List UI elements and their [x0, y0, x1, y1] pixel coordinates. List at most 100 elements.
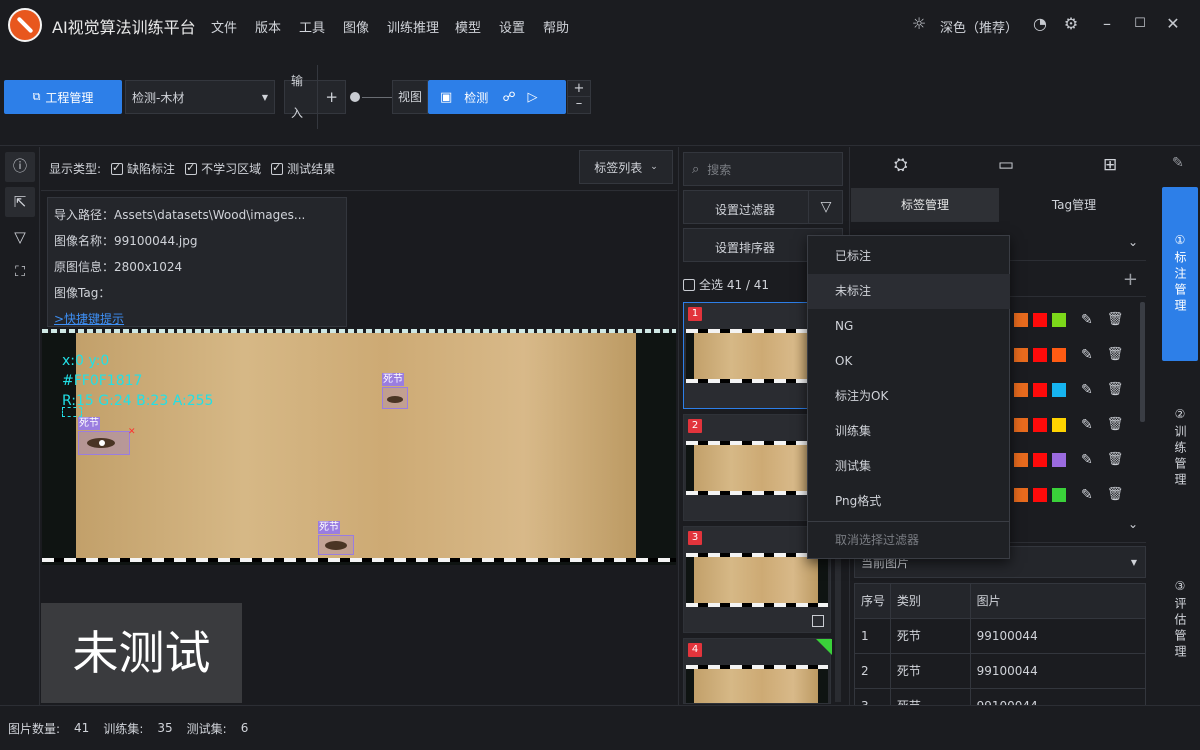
label-row[interactable]: ✎ 🗑: [1014, 372, 1123, 407]
color-swatch[interactable]: [1014, 417, 1028, 432]
color-swatch[interactable]: [1052, 452, 1066, 467]
delete-box-icon[interactable]: ✕: [128, 427, 136, 437]
edit-icon[interactable]: ✎: [1081, 382, 1093, 398]
filter-option-marked-ok[interactable]: 标注为OK: [808, 379, 1010, 414]
filter-option-test-set[interactable]: 测试集: [808, 449, 1010, 484]
sun-icon[interactable]: ☼: [909, 14, 929, 34]
chevron-down-icon[interactable]: ⌄: [1128, 235, 1138, 249]
color-swatch[interactable]: [1052, 382, 1066, 397]
color-swatch[interactable]: [1052, 417, 1066, 432]
defect-box-selected[interactable]: [78, 431, 130, 455]
filter-option-ng[interactable]: NG: [808, 309, 1010, 344]
tab-evaluation-management[interactable]: ③评估管理: [1172, 579, 1189, 661]
menu-tools[interactable]: 工具: [299, 17, 325, 36]
filter-option-ok[interactable]: OK: [808, 344, 1010, 379]
menu-file[interactable]: 文件: [211, 17, 237, 36]
filter-option-annotated[interactable]: 已标注: [808, 239, 1010, 274]
table-row[interactable]: 1 死节 99100044: [855, 619, 1146, 654]
color-swatch[interactable]: [1014, 452, 1028, 467]
edit-icon[interactable]: ✎: [1081, 487, 1093, 503]
chevron-down-icon[interactable]: ⌄: [1128, 517, 1138, 531]
close-icon[interactable]: ✕: [1163, 14, 1183, 34]
color-swatch[interactable]: [1052, 487, 1066, 502]
canvas-area[interactable]: 导入路径：Assets\datasets\Wood\images... 图像名称…: [41, 192, 677, 704]
color-swatch[interactable]: [1033, 417, 1047, 432]
filter-option-train-set[interactable]: 训练集: [808, 414, 1010, 449]
filter-icon[interactable]: ▽: [808, 191, 843, 223]
color-swatch[interactable]: [1033, 487, 1047, 502]
no-learn-area-checkbox[interactable]: 不学习区域: [185, 160, 261, 177]
zoom-out-icon[interactable]: –: [568, 97, 590, 113]
menu-version[interactable]: 版本: [255, 17, 281, 36]
info-icon[interactable]: ⓘ: [5, 152, 35, 182]
select-all-checkbox[interactable]: 全选 41 / 41: [683, 276, 769, 293]
tab-label-management[interactable]: 标签管理: [851, 188, 999, 222]
clear-filter-option[interactable]: 取消选择过滤器: [808, 523, 1010, 558]
edit-icon[interactable]: ✎: [1081, 417, 1093, 433]
tag-list-button[interactable]: 标签列表 ⌄: [579, 150, 673, 184]
test-result-checkbox[interactable]: 测试结果: [271, 160, 335, 177]
menu-help[interactable]: 帮助: [543, 17, 569, 36]
palette-icon[interactable]: ◔: [1030, 14, 1050, 34]
minimize-icon[interactable]: –: [1097, 14, 1117, 34]
zoom-in-icon[interactable]: +: [568, 81, 590, 97]
color-swatch[interactable]: [1014, 382, 1028, 397]
color-swatch[interactable]: [1033, 312, 1047, 327]
delete-icon[interactable]: 🗑: [1107, 312, 1124, 327]
defect-box[interactable]: [382, 387, 408, 409]
menu-image[interactable]: 图像: [343, 17, 369, 36]
defect-annotation-checkbox[interactable]: 缺陷标注: [111, 160, 175, 177]
label-list-scrollbar[interactable]: [1140, 302, 1145, 422]
play-icon[interactable]: ▷: [527, 90, 537, 105]
delete-icon[interactable]: 🗑: [1107, 347, 1124, 362]
tab-tag-management[interactable]: Tag管理: [1000, 188, 1148, 222]
color-swatch[interactable]: [1052, 312, 1066, 327]
color-swatch[interactable]: [1033, 452, 1047, 467]
label-row[interactable]: ✎ 🗑: [1014, 477, 1123, 512]
gear-icon[interactable]: ⚙: [1061, 14, 1081, 34]
color-swatch[interactable]: [1033, 382, 1047, 397]
tab-annotation-management[interactable]: ①标注管理: [1162, 187, 1198, 361]
tab-training-management[interactable]: ②训练管理: [1172, 407, 1189, 489]
image-settings-icon[interactable]: ⛭: [894, 155, 908, 175]
picture-icon[interactable]: ⊞: [1103, 155, 1117, 175]
edit-icon[interactable]: ✎: [1081, 312, 1093, 328]
folder-icon[interactable]: ▭: [998, 155, 1014, 175]
pin-icon[interactable]: ✎: [1172, 155, 1184, 171]
edit-icon[interactable]: ✎: [1081, 452, 1093, 468]
label-row[interactable]: ✎ 🗑: [1014, 442, 1123, 477]
delete-icon[interactable]: 🗑: [1107, 487, 1124, 502]
crop-icon[interactable]: ⛶: [5, 257, 35, 287]
filter-option-png[interactable]: Png格式: [808, 484, 1010, 519]
label-row[interactable]: ✎ 🗑: [1014, 337, 1123, 372]
project-select[interactable]: 检测-木材 ▼: [125, 80, 275, 114]
edit-icon[interactable]: ✎: [1081, 347, 1093, 363]
project-management-button[interactable]: ⧉ 工程管理: [4, 80, 122, 114]
delete-icon[interactable]: 🗑: [1107, 452, 1124, 467]
theme-label[interactable]: 深色（推荐）: [940, 17, 1018, 36]
table-row[interactable]: 2 死节 99100044: [855, 654, 1146, 689]
color-swatch[interactable]: [1014, 487, 1028, 502]
color-swatch[interactable]: [1014, 347, 1028, 362]
defect-box[interactable]: [318, 535, 354, 555]
menu-train-infer[interactable]: 训练推理: [387, 17, 439, 36]
shortcut-hint-link[interactable]: >快捷键提示: [54, 310, 124, 327]
color-swatch[interactable]: [1052, 347, 1066, 362]
add-input-icon[interactable]: +: [318, 88, 345, 106]
thumb-checkbox[interactable]: [812, 615, 824, 627]
menu-model[interactable]: 模型: [455, 17, 481, 36]
detect-node[interactable]: ▣ 检测 ☍ ▷: [428, 80, 566, 114]
users-icon[interactable]: ☍: [502, 90, 515, 105]
color-swatch[interactable]: [1014, 312, 1028, 327]
thumb-item[interactable]: 4: [683, 638, 832, 704]
polygon-icon[interactable]: ▽: [5, 222, 35, 252]
delete-icon[interactable]: 🗑: [1107, 382, 1124, 397]
drag-handle[interactable]: [99, 440, 105, 446]
delete-icon[interactable]: 🗑: [1107, 417, 1124, 432]
filter-option-unannotated[interactable]: 未标注: [808, 274, 1010, 309]
label-row[interactable]: ✎ 🗑: [1014, 407, 1123, 442]
set-filter-button[interactable]: 设置过滤器 ▽: [683, 190, 843, 224]
pointer-icon[interactable]: ⇱: [5, 187, 35, 217]
color-swatch[interactable]: [1033, 347, 1047, 362]
search-box[interactable]: ⌕ 搜索: [683, 152, 843, 186]
